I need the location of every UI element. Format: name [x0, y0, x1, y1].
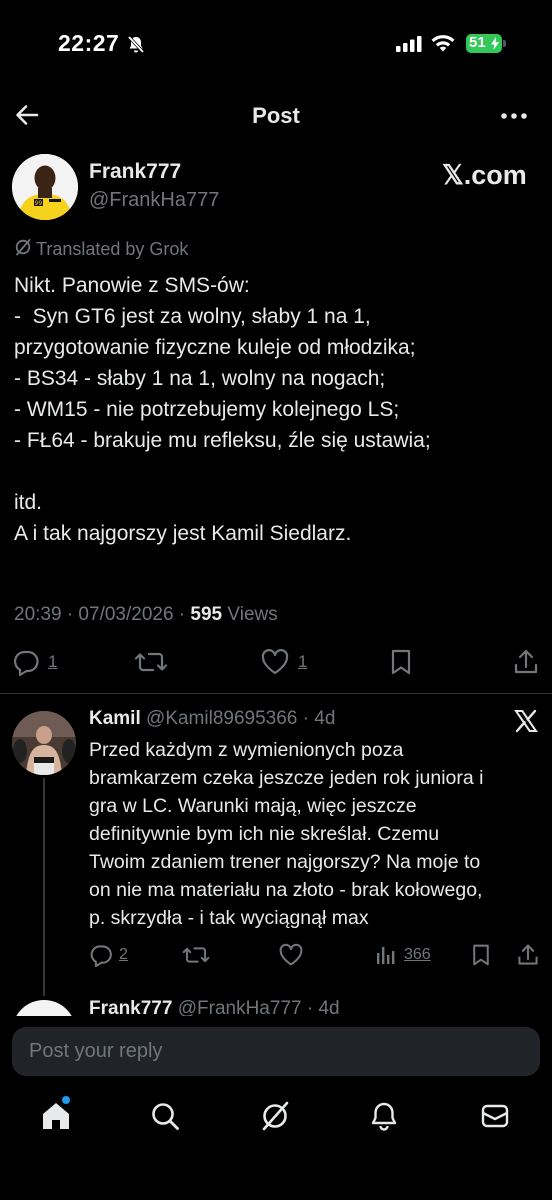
battery-tip: [503, 40, 506, 47]
notification-dot: [62, 1096, 70, 1104]
nav-notifications[interactable]: [368, 1100, 400, 1137]
top-app-bar: Post: [0, 92, 552, 140]
repost-icon: [134, 652, 168, 672]
bottom-nav: [0, 1090, 552, 1150]
reply-line: on nie ma materiału na złoto - brak koło…: [89, 879, 483, 901]
nav-search[interactable]: [149, 1100, 181, 1137]
post-text: Nikt. Panowie z SMS-ów: - Syn GT6 jest z…: [14, 270, 544, 549]
reply-avatar[interactable]: [12, 711, 76, 775]
reply-text: Przed każdym z wymienionych poza bramkar…: [89, 736, 549, 932]
bookmark-icon: [473, 944, 489, 966]
nav-grok[interactable]: [259, 1100, 291, 1137]
reply-count: 1: [48, 652, 58, 671]
translation-text: Translated by Grok: [36, 239, 189, 259]
reply-composer[interactable]: [12, 1027, 540, 1076]
divider: [0, 693, 552, 694]
like-count: 1: [298, 652, 308, 671]
author-avatar[interactable]: 99: [12, 154, 78, 220]
silent-mode-icon: [126, 35, 146, 60]
views-label: Views: [222, 604, 278, 625]
post-line: - BS34 - słaby 1 na 1, wolny na nogach;: [14, 367, 386, 390]
author-name[interactable]: Frank777: [89, 160, 181, 184]
post-timestamp[interactable]: 20:39 · 07/03/2026 ·: [14, 604, 190, 625]
reply-line: gra w LC. Warunki mają, więc jeszcze: [89, 795, 417, 817]
reply-views-count: 366: [404, 946, 431, 963]
reply-like-button[interactable]: [278, 943, 304, 967]
post-line: - FŁ64 - brakuje mu refleksu, źle się us…: [14, 429, 431, 452]
notifications-icon: [371, 1102, 397, 1131]
reply-icon: [90, 945, 112, 967]
page-title: Post: [252, 103, 300, 128]
repost-button[interactable]: [134, 648, 168, 676]
reply-line: p. skrzydła - i tak wyciągnął max: [89, 907, 369, 929]
share-icon: [518, 944, 538, 965]
reply-icon: [13, 650, 39, 676]
share-icon: [514, 649, 538, 674]
reply-line: bramkarzem czeka jeszcze jeden rok junio…: [89, 767, 484, 789]
reply-bookmark-button[interactable]: [470, 943, 492, 967]
like-button[interactable]: 1: [260, 648, 307, 676]
cellular-signal-icon: [396, 36, 423, 57]
battery-level: 51: [469, 34, 486, 51]
reply-input[interactable]: [12, 1027, 540, 1076]
reply-share-button[interactable]: [516, 943, 540, 967]
author-handle[interactable]: @FrankHa777: [89, 189, 219, 212]
home-icon: [43, 1103, 69, 1129]
grok-icon: [14, 238, 32, 261]
next-reply-handle-time: @FrankHa777 · 4d: [172, 998, 340, 1016]
svg-text:99: 99: [35, 200, 43, 207]
messages-icon: [481, 1104, 509, 1128]
reply-actions: 2 366: [0, 943, 552, 971]
nav-messages[interactable]: [479, 1100, 511, 1137]
reply-header[interactable]: Kamil @Kamil89695366 · 4d: [89, 708, 335, 730]
bookmark-icon: [391, 649, 411, 675]
next-reply-header[interactable]: Frank777 @FrankHa777 · 4d: [89, 998, 340, 1016]
next-reply-author-name[interactable]: Frank777: [89, 998, 172, 1016]
post-line: - Syn GT6 jest za wolny, słaby 1 na 1,: [14, 305, 371, 328]
post-line: [14, 456, 544, 487]
translation-label[interactable]: Translated by Grok: [14, 238, 188, 261]
status-bar: 22:27 51: [0, 0, 552, 90]
heart-icon: [261, 649, 289, 675]
post-line: A i tak najgorszy jest Kamil Siedlarz.: [14, 522, 352, 545]
reply-line: definitywnie bym ich nie skreślał. Czemu: [89, 823, 440, 845]
reply-button[interactable]: 1: [12, 648, 57, 676]
reply-handle-time: @Kamil89695366 · 4d: [140, 708, 336, 729]
reply-reply-count: 2: [119, 946, 128, 963]
post-actions: 1 1: [0, 648, 552, 684]
source-badge: 𝕏.com: [442, 160, 527, 190]
reply-author-name[interactable]: Kamil: [89, 708, 141, 729]
post-line: Nikt. Panowie z SMS-ów:: [14, 274, 250, 297]
reply-reply-button[interactable]: 2: [89, 943, 128, 967]
nav-home[interactable]: [40, 1096, 72, 1137]
more-horizontal-icon[interactable]: [500, 104, 528, 133]
x-logo-icon: [514, 709, 538, 738]
post-line: - WM15 - nie potrzebujemy kolejnego LS;: [14, 398, 400, 421]
repost-icon: [182, 947, 210, 963]
search-icon: [152, 1103, 179, 1130]
bookmark-button[interactable]: [388, 648, 414, 676]
reply-views-button[interactable]: 366: [374, 943, 431, 967]
post-line: przygotowanie fizyczne kuleje od młodzik…: [14, 336, 416, 359]
views-count[interactable]: 595: [190, 604, 222, 625]
reply-line: Przed każdym z wymienionych poza: [89, 739, 404, 761]
status-time: 22:27: [58, 30, 120, 56]
reply-line: Twoim zdaniem trener najgorszy? Na moje …: [89, 851, 481, 873]
share-button[interactable]: [512, 648, 540, 676]
post-meta: 20:39 · 07/03/2026 · 595 Views: [14, 604, 278, 626]
heart-icon: [279, 943, 303, 966]
wifi-icon: [430, 33, 456, 58]
grok-icon: [262, 1101, 289, 1131]
battery-icon: 51: [466, 34, 502, 53]
reply-repost-button[interactable]: [182, 943, 210, 967]
bar-chart-icon: [377, 947, 395, 964]
post-line: itd.: [14, 491, 43, 514]
